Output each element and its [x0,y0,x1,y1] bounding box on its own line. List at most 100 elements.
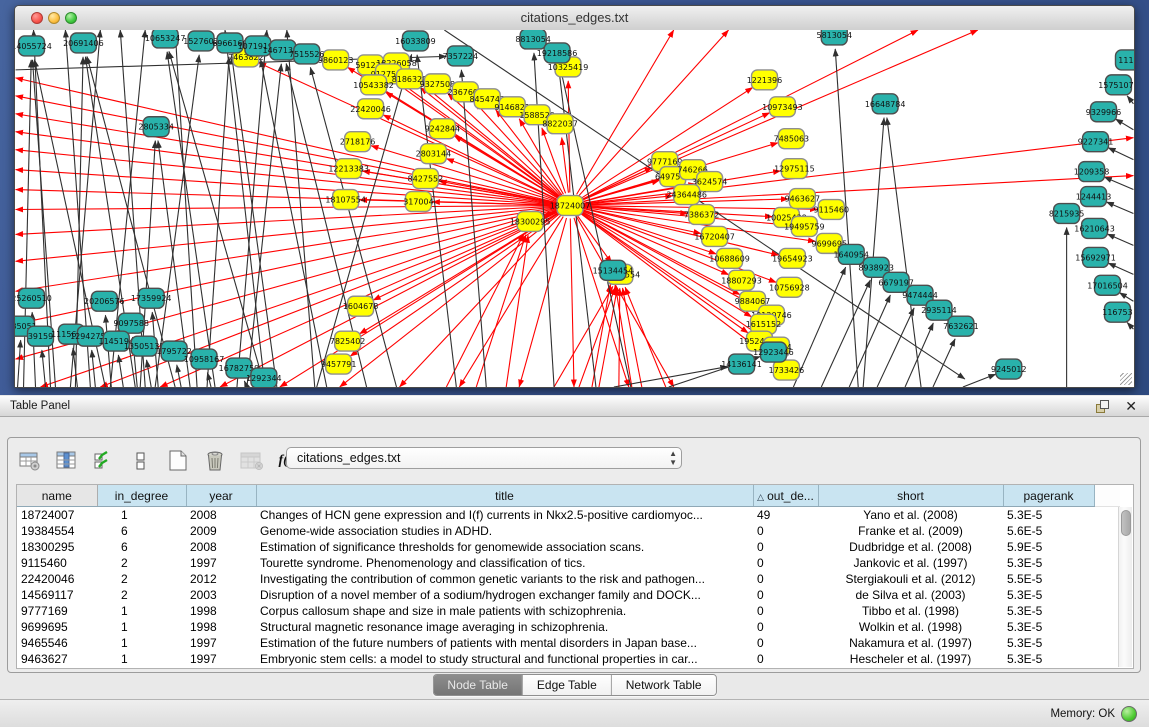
table-cell[interactable]: 0 [753,587,818,603]
table-cell[interactable]: 5.6E-5 [1003,523,1094,539]
table-cell[interactable]: 6 [97,539,186,555]
graph-node[interactable]: 1604678 [343,296,379,316]
graph-node[interactable]: 20691406 [63,33,104,53]
table-cell[interactable]: 6 [97,523,186,539]
table-cell[interactable]: 0 [753,539,818,555]
close-panel-icon[interactable]: ✕ [1125,398,1137,415]
graph-node[interactable]: 19654923 [772,248,813,268]
table-cell[interactable]: 0 [753,619,818,635]
table-row[interactable]: 946362711997Embryonic stem cells: a mode… [17,651,1120,667]
table-selector-dropdown[interactable]: citations_edges.txt ▲▼ [286,447,682,469]
table-cell[interactable]: Disruption of a novel member of a sodium… [256,587,753,603]
table-cell[interactable]: 19384554 [17,523,97,539]
table-settings-icon[interactable] [18,448,42,474]
graph-edge[interactable] [147,360,152,387]
graph-node[interactable]: 7632621 [943,316,978,336]
table-cell[interactable]: 2008 [186,507,256,524]
graph-node[interactable]: 17016504 [1087,275,1128,295]
graph-node[interactable]: 7357224 [443,46,479,66]
column-header-name[interactable]: name [17,485,97,507]
graph-edge[interactable] [1108,263,1133,274]
graph-edge[interactable] [574,218,629,387]
graph-node[interactable]: 10756928 [769,277,810,297]
table-cell[interactable]: 18724007 [17,507,97,524]
table-cell[interactable]: Changes of HCN gene expression and I(f) … [256,507,753,524]
graph-node[interactable]: 9115460 [814,200,850,220]
table-cell[interactable]: 5.3E-5 [1003,507,1094,524]
graph-edge[interactable] [821,280,870,387]
graph-edge[interactable] [519,218,566,387]
graph-edge[interactable] [155,55,199,387]
graph-node[interactable]: 2805334 [138,117,174,137]
table-cell[interactable]: 1998 [186,619,256,635]
network-canvas[interactable]: 1872400774638229860123591235182260589127… [15,30,1134,387]
graph-edge[interactable] [237,30,267,387]
graph-node[interactable]: 15751074 [1098,75,1134,95]
column-header-title[interactable]: title [256,485,753,507]
table-cell[interactable]: Yano et al. (2008) [818,507,1003,524]
table-cell[interactable]: Wolkin et al. (1998) [818,619,1003,635]
table-cell[interactable]: 0 [753,603,818,619]
table-cell[interactable]: Corpus callosum shape and size in male p… [256,603,753,619]
table-cell[interactable]: 1997 [186,555,256,571]
graph-edge[interactable] [625,287,666,387]
table-cell[interactable]: 0 [753,651,818,667]
table-cell[interactable]: 5.3E-5 [1003,635,1094,651]
network-graph[interactable]: 1872400774638229860123591235182260589127… [15,30,1134,387]
table-cell[interactable]: 1 [97,635,186,651]
table-cell[interactable]: 1997 [186,651,256,667]
table-cell[interactable]: 5.5E-5 [1003,571,1094,587]
graph-edge[interactable] [207,57,229,387]
table-cell[interactable]: 0 [753,555,818,571]
graph-edge[interactable] [399,215,561,387]
graph-node[interactable]: 1221396 [747,70,783,90]
graph-node[interactable]: 116753 [1102,302,1132,322]
graph-edge[interactable] [16,132,558,204]
graph-edge[interactable] [1104,177,1133,189]
graph-node[interactable]: 1733426 [769,360,805,380]
graph-edge[interactable] [1107,234,1133,245]
table-cell[interactable]: 1 [97,651,186,667]
table-cell[interactable]: 2008 [186,539,256,555]
table-cell[interactable]: 2003 [186,587,256,603]
table-cell[interactable]: 9115460 [17,555,97,571]
graph-edge[interactable] [506,235,528,387]
graph-node[interactable]: 7485063 [774,129,809,149]
graph-node[interactable]: 1244413 [1076,187,1112,207]
table-cell[interactable]: 5.3E-5 [1003,651,1094,667]
column-header-out_de[interactable]: △out_de... [753,485,818,507]
table-cell[interactable]: Jankovic et al. (1997) [818,555,1003,571]
graph-node[interactable]: 2718176 [340,132,376,152]
graph-node[interactable]: 14055724 [15,36,52,56]
graph-edge[interactable] [554,286,613,387]
table-cell[interactable]: 1 [97,603,186,619]
table-cell[interactable]: 2 [97,587,186,603]
table-cell[interactable]: Dudbridge et al. (2008) [818,539,1003,555]
table-cell[interactable]: 2 [97,571,186,587]
table-cell[interactable]: 5.3E-5 [1003,555,1094,571]
graph-edge[interactable] [1119,293,1133,302]
table-cell[interactable]: de Silva et al. (2003) [818,587,1003,603]
table-cell[interactable]: 14569117 [17,587,97,603]
graph-node[interactable]: 317004 [403,192,433,212]
table-cell[interactable]: 2 [97,555,186,571]
graph-edge[interactable] [877,308,914,387]
graph-edge[interactable] [225,30,265,387]
graph-edge[interactable] [417,55,456,387]
graph-edge[interactable] [579,287,615,387]
table-row[interactable]: 977716911998Corpus callosum shape and si… [17,603,1120,619]
create-table-icon[interactable] [166,448,190,474]
column-header-year[interactable]: year [186,485,256,507]
table-cell[interactable]: Tibbo et al. (1998) [818,603,1003,619]
table-cell[interactable]: 0 [753,571,818,587]
float-panel-icon[interactable] [1096,400,1109,413]
table-cell[interactable]: 1 [97,619,186,635]
graph-node[interactable]: 1117 [1115,50,1134,70]
table-cell[interactable]: 22420046 [17,571,97,587]
graph-edge[interactable] [247,64,281,387]
graph-node[interactable]: 5813054 [817,30,853,45]
graph-edge[interactable] [18,340,21,387]
graph-node[interactable]: 18807293 [721,270,762,290]
graph-node[interactable]: 9242844 [425,119,461,139]
table-cell[interactable]: 5.3E-5 [1003,619,1094,635]
